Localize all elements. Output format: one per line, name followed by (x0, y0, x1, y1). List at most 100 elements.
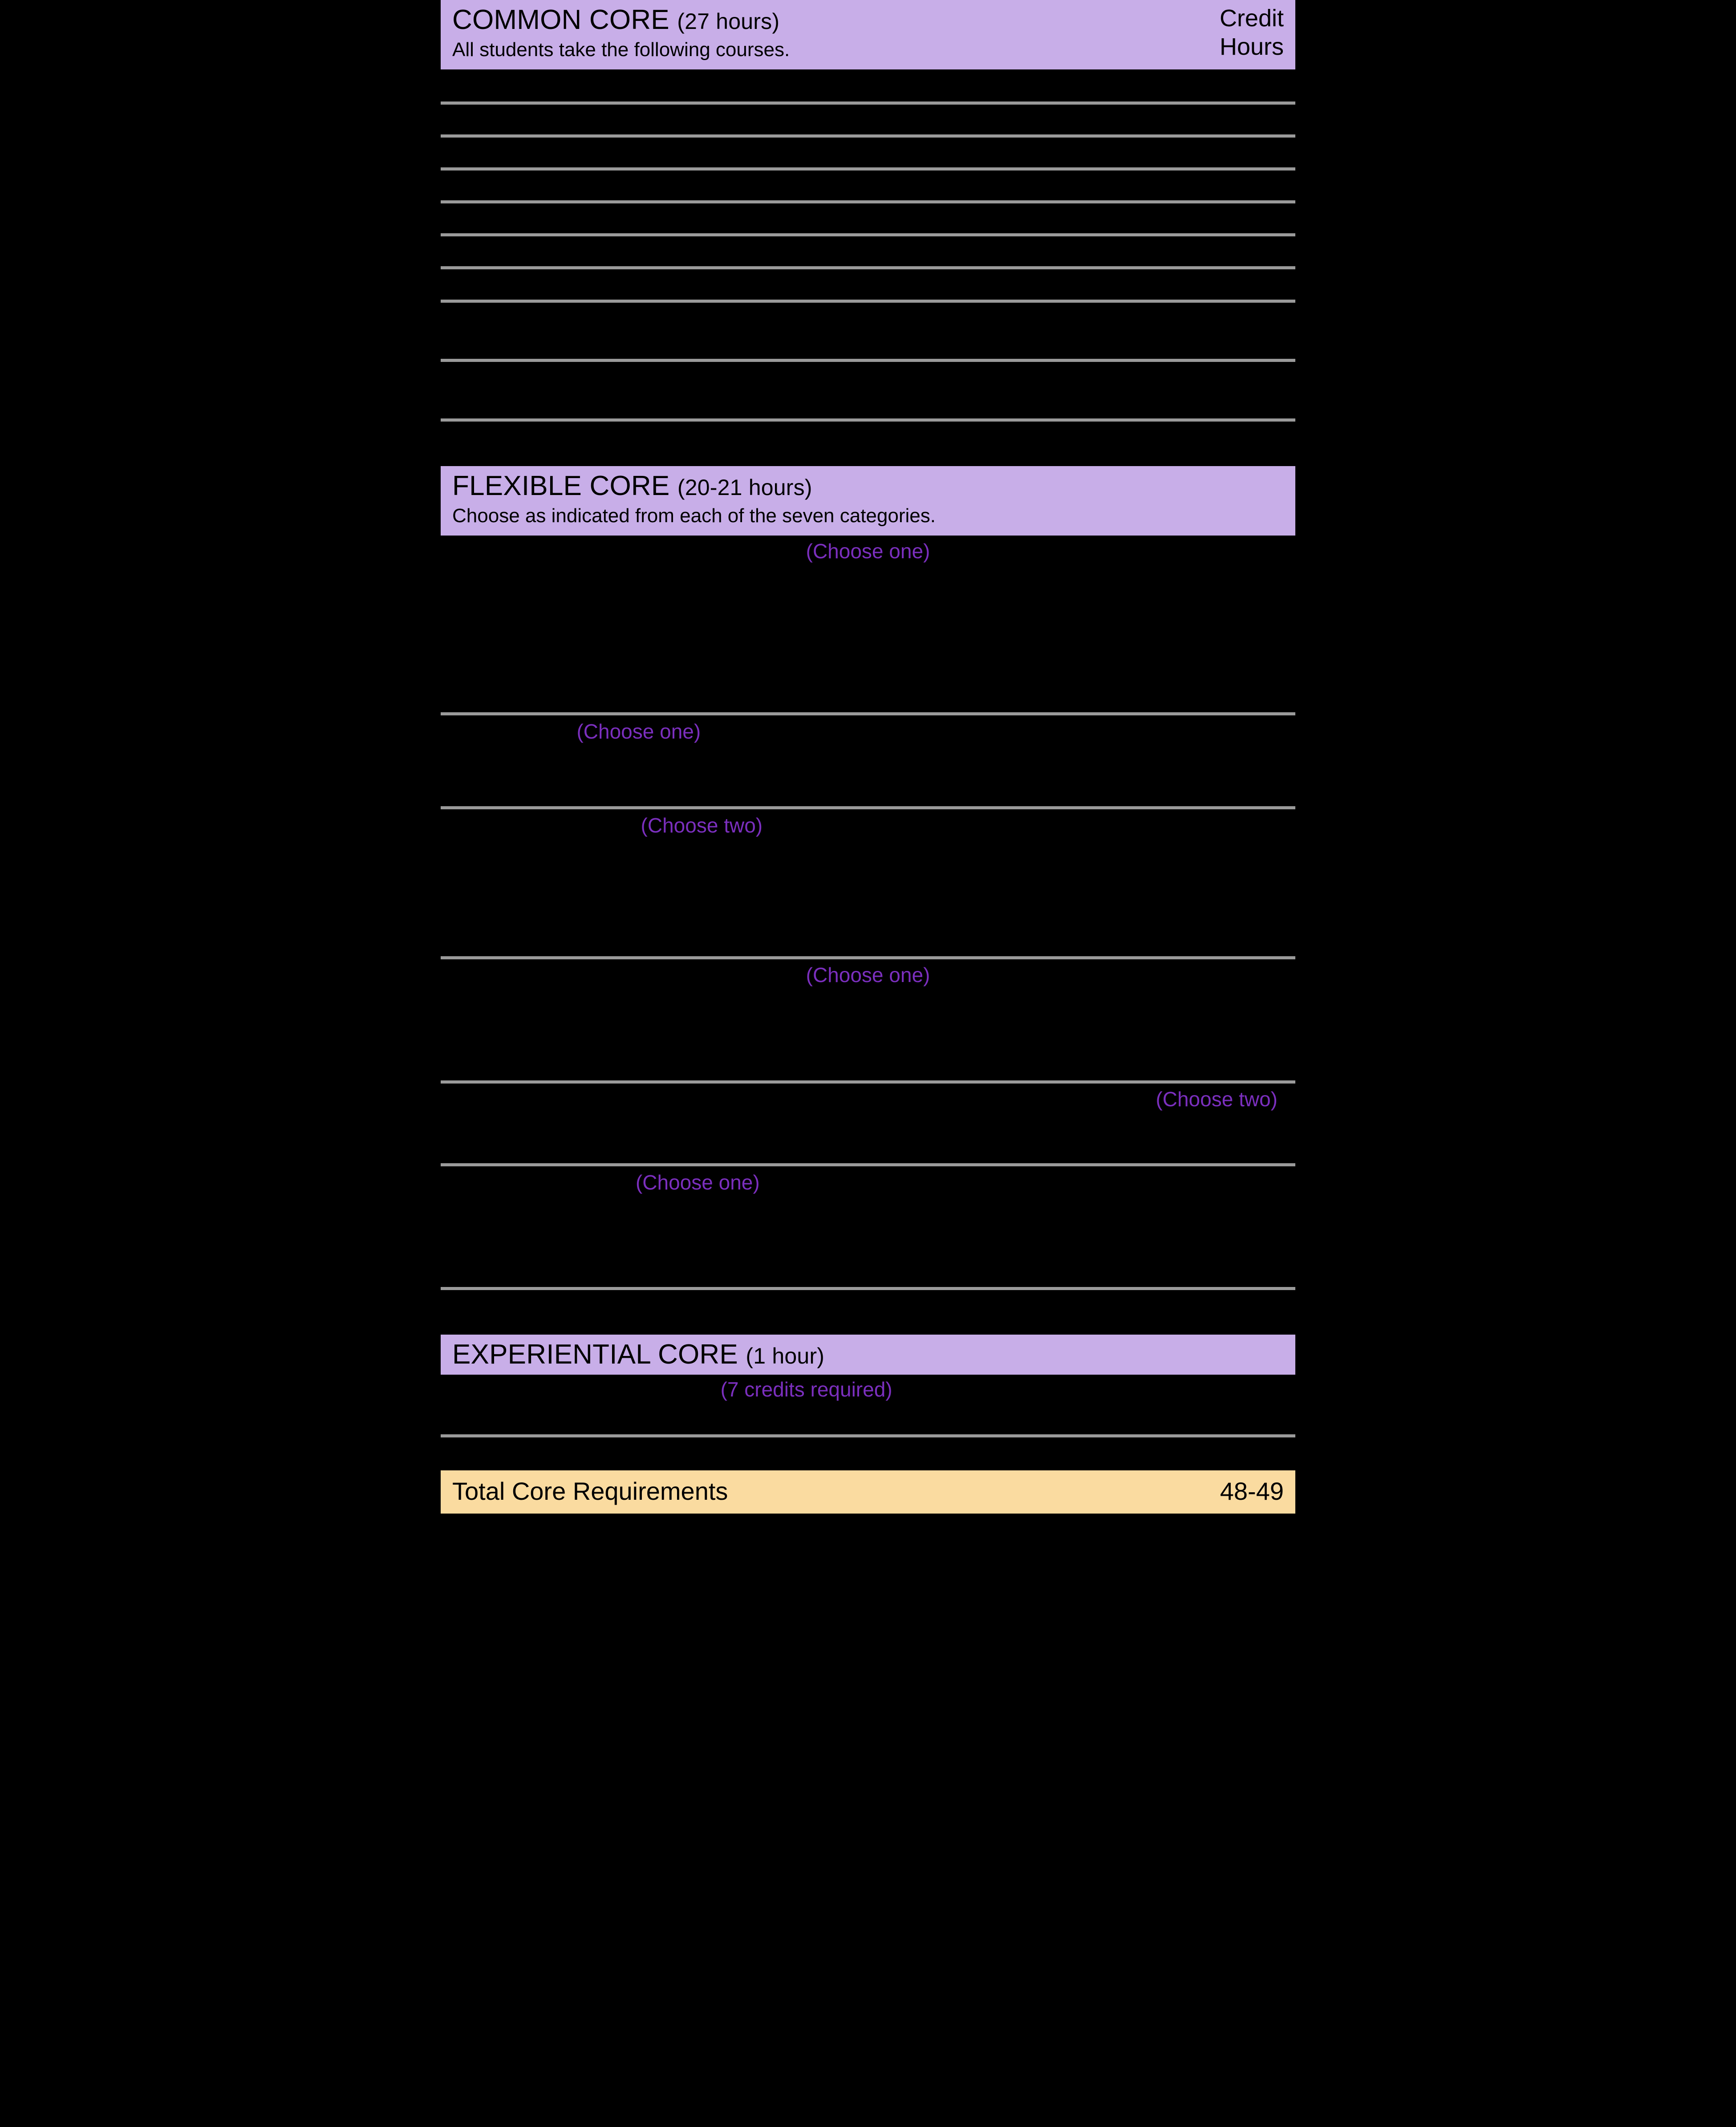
course-title: Arts Engagement Series (650, 1407, 872, 1431)
course-title-text: OBU Connections (650, 74, 814, 98)
course-code: COMM 1003 (450, 749, 567, 773)
table-row: MATH 1033 Mathematics for the Liberal Ar… (441, 623, 1295, 653)
category-name: Physical Well-being (441, 1171, 627, 1195)
common-core-title: COMMON CORE (27 hours) (452, 4, 1284, 35)
course-title: Introduction to Philosophy (650, 655, 886, 679)
course-title: History of World Societies (650, 272, 884, 296)
experiential-core-header: EXPERIENTIAL CORE (1 hour) (441, 1335, 1295, 1375)
course-credit: 2-3 (1254, 1200, 1284, 1224)
course-title: Chapel (7 credits required) (650, 1377, 1193, 1402)
course-code: CHAP 1000 (450, 1377, 559, 1401)
divider (441, 1080, 1295, 1084)
course-credit: 3 (1272, 625, 1284, 649)
total-value: 48-49 (1220, 1477, 1284, 1506)
course-code: CORE 1023 (450, 107, 561, 131)
course-code: PSC 2013 (450, 994, 544, 1017)
divider (441, 806, 1295, 810)
choose-instruction: (Choose two) (1156, 1087, 1278, 1111)
course-title: Scientific Inquiry (650, 305, 799, 329)
course-code: CORE 2233 (450, 239, 561, 263)
course-code: PHIL 1023 (450, 685, 547, 709)
common-core-subtitle: All students take the following courses. (452, 39, 790, 61)
course-code: FINA 4011 (450, 1407, 546, 1431)
category-applied-skills: Applied Skills (Choose one) (441, 715, 1295, 747)
course-title: Logic (650, 685, 699, 709)
experiential-core-title: EXPERIENTIAL CORE (1 hour) (452, 1339, 1284, 1370)
table-row: CORE 2233 World Literature 3 (441, 236, 1295, 266)
divider (441, 1287, 1295, 1291)
flexible-core-hours: (20-21 hours) (677, 475, 812, 500)
course-code: CORE 1002 (450, 73, 561, 96)
category-note-row: Two semesters of credit in the same fore… (441, 1114, 1295, 1163)
divider (441, 1163, 1295, 1167)
course-title: Mathematics for the Liberal Arts (650, 625, 938, 649)
course-credit: 1 (1272, 1407, 1284, 1431)
table-row: CORE 1043 Composition I 3 (441, 138, 1295, 167)
divider (441, 1434, 1295, 1438)
course-title: Health and Safety (650, 1230, 813, 1254)
choose-instruction: (Choose two) (641, 814, 763, 837)
divider (441, 418, 1295, 422)
choose-instruction: (Choose one) (576, 720, 701, 743)
course-title: Outdoor Leisure Pursuits (650, 1260, 876, 1284)
table-row: CORE 1123 Interpreting the Bible 3 (441, 203, 1295, 233)
category-physical-wellbeing: Physical Well-being (Choose one) (441, 1166, 1295, 1197)
course-title: College Algebra (650, 596, 795, 619)
catalog-page: COMMON CORE (27 hours) All students take… (0, 0, 1736, 2127)
course-code: FINN 2003 (450, 779, 550, 803)
table-row: CORE 1002 OBU Connections† 2 (441, 69, 1295, 101)
course-title: Fundamentals of Public Speaking (650, 749, 955, 773)
course-code: CORE 2243 (450, 272, 561, 296)
divider (441, 712, 1295, 716)
course-title: United States History to 1877 (650, 1023, 917, 1047)
table-row: KIN 2073 Health and Safety (441, 1227, 1295, 1257)
core-curriculum-table: COMMON CORE (27 hours) All students take… (441, 0, 1295, 1542)
table-row: FINA 3133 Fine Arts: Theatre (441, 926, 1295, 956)
course-credit: 3 (1272, 272, 1284, 296)
credit-label: Credit (1219, 5, 1284, 32)
course-credit: 3 (1272, 107, 1284, 131)
course-title: Composition I (650, 140, 775, 164)
table-row: FINA 3123 Fine Arts: Music 3 (441, 897, 1295, 926)
course-code: CORE 3023 (441, 365, 552, 389)
course-credit: 6 (1273, 1116, 1284, 1137)
divider (441, 134, 1295, 138)
course-code: PHIL 1003 (450, 655, 547, 679)
experiential-core-title-text: EXPERIENTIAL CORE (452, 1339, 738, 1370)
prerequisite-note: Prerequisite: Completion of the Analytic… (450, 334, 1111, 355)
course-code: HIST 2003 (450, 1023, 548, 1047)
divider (441, 233, 1295, 237)
table-row: CORE 3023 Scientific Connections 3 (441, 362, 1295, 392)
course-title: Fine Arts: Theatre (650, 930, 812, 953)
course-title: Concepts of Wellness (650, 1200, 848, 1224)
course-title: World Literature (650, 239, 795, 263)
course-title: Interpreting the Bible (650, 207, 839, 230)
common-core-header: COMMON CORE (27 hours) All students take… (441, 0, 1295, 70)
divider (441, 299, 1295, 303)
course-code: CORE 1113 (450, 173, 558, 197)
table-row: MATH 1003 College Algebra (441, 593, 1295, 622)
category-artistic-engagement: Artistic Engagement (Choose two) (441, 809, 1295, 840)
course-title: Personal Finance (650, 779, 809, 803)
course-code: LST 2013 (450, 1260, 539, 1284)
divider (441, 266, 1295, 270)
course-code: FINA 3133 (450, 930, 548, 953)
table-row: FINA 4011 Arts Engagement Series 1 (441, 1404, 1295, 1434)
category-note: May be satisfied by participation in the… (441, 842, 979, 863)
course-code: KIN 2073 (450, 1230, 536, 1254)
category-civic-engagement: Civic Engagement in America (Choose one) (441, 959, 1295, 990)
category-intercultural-appreciation: Intercultural Appreciation and Communica… (441, 1084, 1295, 1115)
course-code: CORE 2334 (450, 305, 561, 329)
course-credit: 3 (1272, 140, 1284, 164)
course-title-text: Chapel (650, 1377, 715, 1401)
choose-instruction: (Choose one) (806, 963, 930, 987)
table-row: HIST 2003 United States History to 1877 … (441, 1020, 1295, 1050)
category-name: Applied Skills (441, 720, 568, 744)
course-code: MATH 1003 (450, 596, 559, 619)
course-title: The Contemporary World (650, 107, 880, 131)
flexible-core-title-text: FLEXIBLE CORE (452, 470, 670, 501)
course-code: KIN 1002 (450, 1200, 536, 1224)
category-name: Intercultural Appreciation and Communica… (441, 1088, 872, 1112)
credit-hours-column-header: Credit Hours (1220, 4, 1284, 61)
